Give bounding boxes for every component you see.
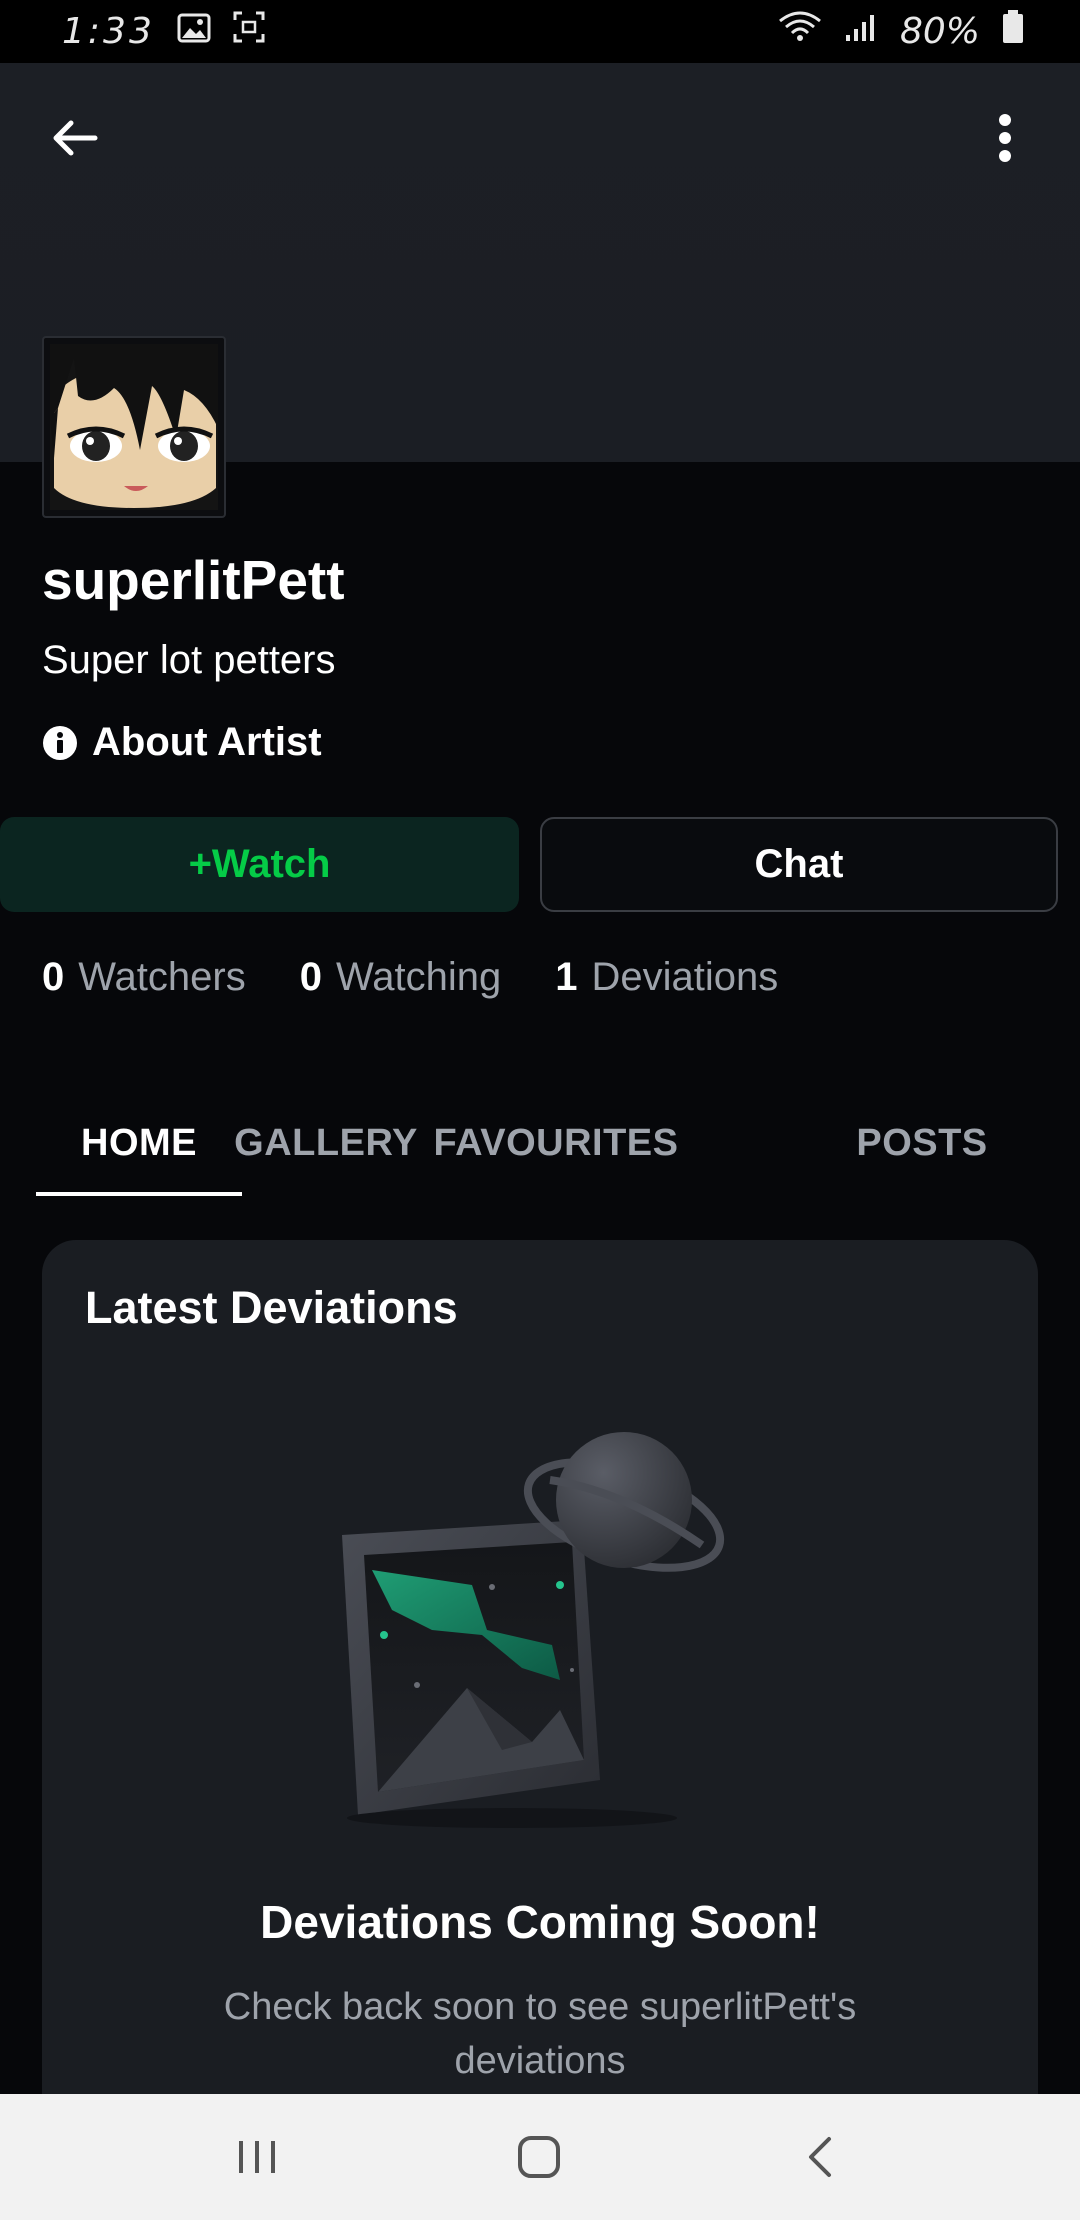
username: superlitPett: [42, 549, 345, 611]
recent-apps-icon: [239, 2141, 275, 2173]
watch-button[interactable]: +Watch: [0, 817, 519, 912]
stat-label: Watching: [335, 955, 502, 999]
chat-button[interactable]: Chat: [540, 817, 1058, 912]
stat-watching[interactable]: 0 Watching: [300, 955, 502, 1000]
stat-count: 0: [42, 955, 65, 999]
status-left: 1:33: [62, 11, 265, 52]
stat-watchers[interactable]: 0 Watchers: [42, 955, 246, 1000]
profile-tagline: Super lot petters: [42, 638, 336, 682]
back-button[interactable]: [40, 103, 110, 173]
latest-deviations-card: Latest Deviations Deviations Coming Soon…: [42, 1240, 1038, 2220]
nav-back-icon: [809, 2137, 831, 2177]
back-arrow-icon: [53, 120, 98, 156]
stat-deviations[interactable]: 1 Deviations: [555, 955, 778, 1000]
empty-state-description: Check back soon to see superlitPett's de…: [223, 1986, 857, 2082]
screenshot-notification-icon: [233, 11, 265, 52]
gallery-notification-icon: [177, 11, 211, 52]
card-title: Latest Deviations: [85, 1282, 458, 1333]
stat-count: 0: [299, 955, 322, 999]
status-bar: 1:33 80%: [0, 0, 1080, 63]
info-icon: [43, 725, 77, 760]
battery-percent: 80%: [899, 11, 980, 52]
status-right: 80%: [778, 10, 1024, 53]
avatar-image: [50, 344, 218, 510]
empty-gallery-illustration: [342, 1432, 725, 1828]
system-nav-bar: [0, 2094, 1080, 2220]
about-artist-label: About Artist: [92, 720, 322, 764]
more-options-button[interactable]: [970, 103, 1040, 173]
profile-tabs: HOME GALLERY FAVOURITES POSTS: [36, 1090, 1046, 1196]
home-icon: [518, 2136, 560, 2178]
nav-back-button[interactable]: [775, 2114, 865, 2200]
avatar[interactable]: [42, 336, 226, 518]
tab-favourites[interactable]: FAVOURITES: [410, 1090, 702, 1196]
active-tab-indicator: [36, 1192, 242, 1196]
signal-icon: [844, 11, 878, 52]
wifi-icon: [778, 11, 822, 52]
home-button[interactable]: [494, 2114, 584, 2200]
more-vertical-icon: [999, 114, 1011, 162]
stat-label: Deviations: [591, 955, 779, 999]
tab-home[interactable]: HOME: [36, 1090, 242, 1196]
status-time: 1:33: [62, 11, 155, 52]
battery-icon: [1002, 10, 1024, 53]
empty-state-title: Deviations Coming Soon!: [260, 1896, 820, 1948]
about-artist-link[interactable]: About Artist: [42, 720, 322, 765]
stat-label: Watchers: [78, 955, 246, 999]
profile-screen: 1:33 80% superlitPett Super lot petters …: [0, 0, 1080, 2220]
recent-apps-button[interactable]: [212, 2114, 302, 2200]
stat-count: 1: [555, 955, 578, 999]
profile-stats: 0 Watchers 0 Watching 1 Deviations: [42, 955, 778, 1000]
tab-posts[interactable]: POSTS: [842, 1090, 1002, 1196]
tab-gallery[interactable]: GALLERY: [234, 1090, 417, 1196]
